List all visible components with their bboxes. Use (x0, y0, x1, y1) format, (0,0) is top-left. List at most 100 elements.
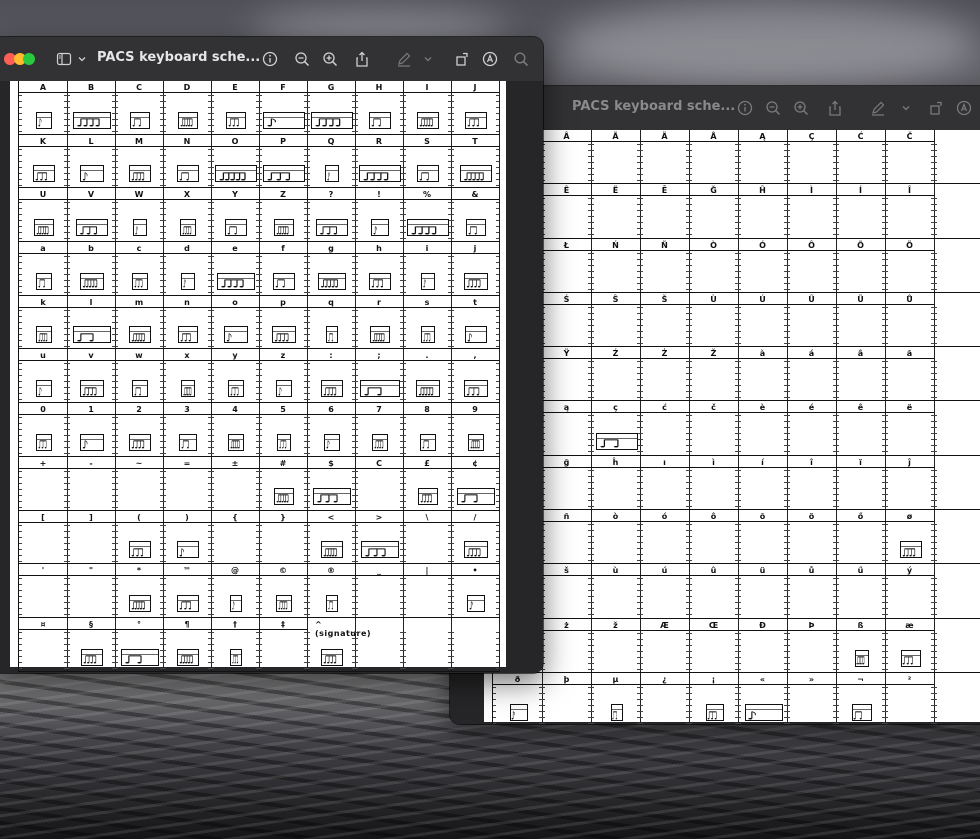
ruler-ticks (163, 417, 166, 456)
front-rhythm-glyph-icon (130, 111, 150, 129)
ruler-ticks (836, 632, 839, 672)
front-key-label: g (307, 244, 355, 255)
back-key-cell: þ (542, 672, 592, 724)
front-key-cell: v (67, 349, 116, 403)
zoom-out-icon[interactable] (292, 49, 312, 69)
front-rhythm-glyph-icon (274, 219, 294, 237)
annotate-icon[interactable] (954, 98, 974, 118)
ruler-ticks (19, 578, 22, 617)
markup-pen-icon[interactable] (868, 98, 888, 118)
front-rhythm-glyph-icon (129, 433, 151, 451)
back-key-cell: Þ (787, 618, 837, 672)
back-key-label: Ś (542, 295, 591, 305)
ruler-ticks (738, 686, 741, 724)
front-key-label: # (259, 459, 307, 469)
back-character-grid: ÁÂÃÄÅĄÇĆČÉÊËĒĞĤÌÍÎĴŁŃÑÒÓÔÕÖØŚŜŠÙÚÛÜŮÝŸŹŻ… (492, 130, 980, 724)
share-icon[interactable] (352, 49, 372, 69)
ruler-ticks (19, 309, 22, 349)
chevron-down-icon[interactable] (72, 49, 92, 69)
front-key-cell: p (259, 295, 308, 349)
front-rhythm-glyph-icon (316, 219, 348, 237)
ruler-ticks (163, 309, 166, 349)
share-icon[interactable] (825, 98, 845, 118)
zoom-out-icon[interactable] (763, 98, 783, 118)
ruler-ticks (307, 363, 310, 403)
ruler-ticks (836, 361, 839, 401)
front-rhythm-glyph-icon (263, 165, 305, 183)
front-key-cell: Z (259, 188, 308, 242)
ruler-ticks (19, 524, 22, 564)
ruler-ticks (934, 469, 937, 510)
back-key-cell (934, 619, 980, 672)
ruler-ticks (640, 415, 643, 455)
back-key-label: Û (787, 295, 836, 305)
front-rhythm-glyph-icon (80, 380, 104, 398)
ruler-ticks (451, 524, 454, 564)
back-key-label: « (738, 675, 787, 685)
front-key-cell: w (115, 349, 164, 403)
zoom-in-icon[interactable] (320, 49, 340, 69)
ruler-ticks (934, 686, 937, 724)
back-key-cell: Ś (542, 292, 592, 347)
back-document-page[interactable]: ÁÂÃÄÅĄÇĆČÉÊËĒĞĤÌÍÎĴŁŃÑÒÓÔÕÖØŚŜŠÙÚÛÜŮÝŸŹŻ… (484, 130, 980, 724)
ruler-ticks (163, 256, 166, 295)
ruler-ticks (211, 202, 214, 242)
front-key-label: Y (211, 190, 259, 201)
back-key-cell: Ž (689, 347, 739, 401)
ruler-ticks (738, 144, 741, 184)
front-key-cell: B (67, 81, 116, 134)
ruler-ticks (542, 686, 545, 724)
ruler-ticks (451, 95, 454, 134)
front-key-label: } (259, 513, 307, 523)
ruler-ticks (787, 306, 790, 347)
ruler-ticks (67, 470, 70, 510)
search-icon[interactable] (511, 49, 531, 69)
back-key-cell: ő (836, 510, 886, 564)
ruler-ticks (787, 415, 790, 455)
front-document-page[interactable]: A B C D E F G H I J K L M N O P Q R S T U V W X Y Z?!% & a b c d e f g h i j… (10, 81, 506, 672)
back-key-cell: ø (885, 510, 935, 564)
ruler-ticks (787, 469, 790, 510)
sidebar-icon[interactable] (54, 49, 74, 69)
front-rhythm-glyph-icon (215, 165, 257, 183)
front-key-label: ® (307, 566, 355, 577)
back-key-label: î (787, 458, 836, 468)
ruler-ticks (211, 148, 214, 188)
back-key-label: Í (836, 186, 885, 197)
ruler-ticks (451, 417, 454, 456)
back-key-label: Ü (836, 295, 885, 305)
ruler-ticks (640, 198, 643, 238)
front-key-cell: O (211, 134, 260, 188)
front-key-cell: ) (163, 510, 212, 564)
front-key-cell: $ (307, 456, 356, 510)
ruler-ticks (934, 361, 937, 401)
front-key-cell: ~ (115, 456, 164, 510)
front-key-label: n (163, 298, 211, 308)
front-key-cell: 3 (163, 403, 212, 456)
back-key-label: ć (640, 403, 689, 414)
chevron-down-icon[interactable] (418, 49, 438, 69)
front-preview-window[interactable]: PACS keyboard sche... ABCDEFGHIJKLMNOPQR… (0, 37, 543, 673)
front-key-label: E (211, 83, 259, 93)
ruler-ticks (640, 469, 643, 510)
ruler-ticks (640, 306, 643, 347)
zoom-in-icon[interactable] (791, 98, 811, 118)
back-key-label: é (787, 403, 836, 414)
front-key-cell: © (259, 564, 308, 617)
rotate-icon[interactable] (926, 98, 946, 118)
rotate-icon[interactable] (452, 49, 472, 69)
markup-pen-icon[interactable] (394, 49, 414, 69)
annotate-icon[interactable] (480, 49, 500, 69)
info-icon[interactable] (735, 98, 755, 118)
back-key-cell: ô (689, 510, 739, 564)
back-key-label: Ÿ (542, 349, 591, 360)
front-key-cell: S (403, 134, 452, 188)
back-key-cell: ó (640, 510, 690, 564)
ruler-ticks (591, 578, 594, 618)
front-key-cell: 4 (211, 403, 260, 456)
ruler-ticks (403, 148, 406, 188)
chevron-down-icon[interactable] (896, 98, 916, 118)
ruler-ticks (640, 632, 643, 672)
info-icon[interactable] (260, 49, 280, 69)
zoom-window-button[interactable] (23, 53, 35, 65)
